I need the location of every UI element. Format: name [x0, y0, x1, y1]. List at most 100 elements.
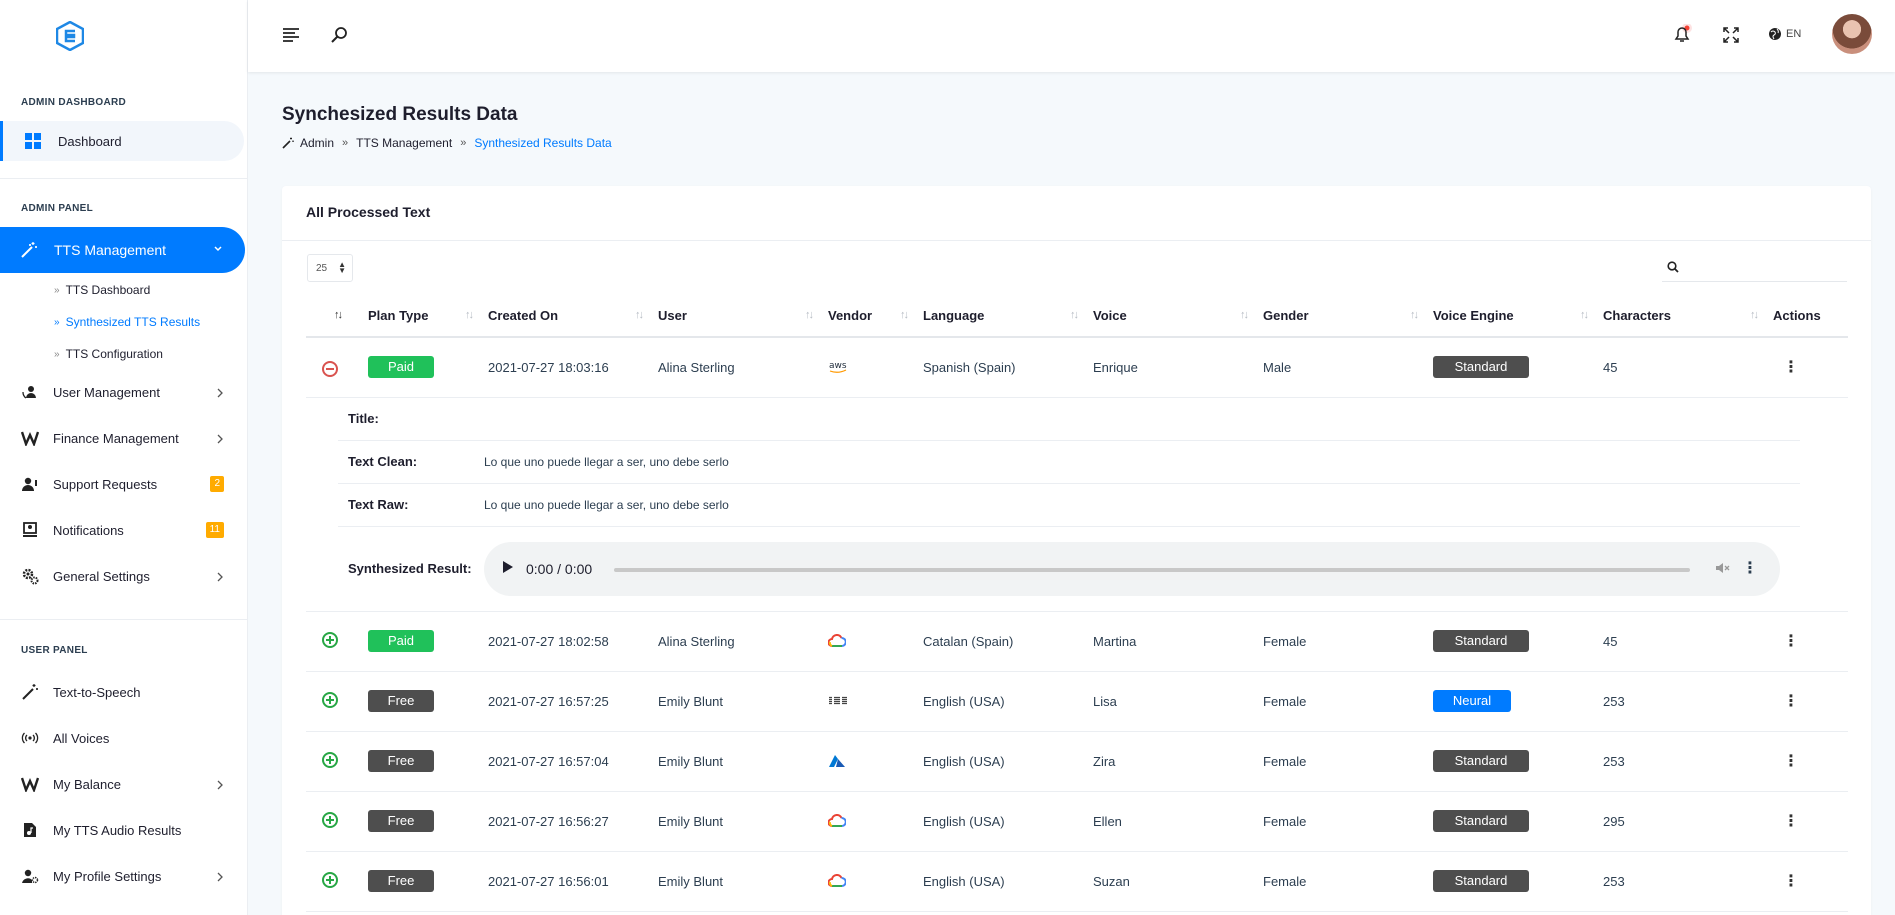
- sort-icon: ↑↓: [805, 309, 814, 321]
- sidebar-item-my-tts-audio-results[interactable]: My TTS Audio Results: [0, 807, 248, 853]
- more-vertical-icon[interactable]: ⋮: [1773, 633, 1799, 650]
- fullscreen-icon[interactable]: [1723, 27, 1739, 48]
- column-header-user[interactable]: User ↑↓: [654, 294, 824, 338]
- sidebar-item-label: Text-to-Speech: [53, 684, 141, 700]
- more-vertical-icon[interactable]: ⋮: [1773, 359, 1799, 376]
- expand-row-icon[interactable]: [322, 751, 338, 768]
- sidebar-item-all-voices[interactable]: All Voices: [0, 715, 248, 761]
- table-search-input[interactable]: [1686, 254, 1841, 280]
- volume-icon[interactable]: [1714, 560, 1730, 579]
- sidebar-item-my-profile-settings[interactable]: My Profile Settings: [0, 853, 248, 899]
- azure-logo-icon: [828, 751, 846, 771]
- more-vertical-icon[interactable]: ⋮: [1742, 558, 1758, 578]
- sort-icon: ↑↓: [1750, 309, 1759, 321]
- sidebar-item-label: Dashboard: [58, 133, 122, 149]
- created-cell: 2021-07-27 16:56:27: [484, 791, 654, 852]
- actions-cell: ⋮: [1769, 791, 1848, 852]
- breadcrumb-admin[interactable]: Admin: [300, 136, 334, 150]
- double-chevron-right-icon: »: [54, 284, 60, 296]
- detail-label: Text Raw:: [348, 497, 409, 512]
- sidebar-item-user-management[interactable]: User Management: [0, 369, 248, 415]
- expand-cell: [306, 851, 364, 912]
- collapse-row-icon[interactable]: [322, 360, 338, 377]
- sidebar-item-dashboard[interactable]: Dashboard: [0, 121, 244, 161]
- plan-badge: Free: [368, 690, 434, 712]
- expand-row-icon[interactable]: [322, 691, 338, 708]
- expand-row-icon[interactable]: [322, 631, 338, 648]
- plan-badge: Paid: [368, 356, 434, 379]
- processed-text-card: All Processed Text 25 ▲ ▼ ↑↓ Plan Type ↑↓ …: [282, 186, 1871, 915]
- column-header-characters[interactable]: Characters ↑↓: [1599, 294, 1769, 338]
- submenu-label: TTS Configuration: [65, 347, 163, 361]
- sort-icon: ↑↓: [1240, 309, 1249, 321]
- audio-time: 0:00 / 0:00: [526, 560, 593, 577]
- engine-cell: Standard: [1429, 611, 1599, 672]
- column-header-gender[interactable]: Gender ↑↓: [1259, 294, 1429, 338]
- monitor-user-icon: [20, 520, 40, 540]
- voice-cell: Enrique: [1089, 337, 1259, 398]
- column-header-created-on[interactable]: Created On ↑↓: [484, 294, 654, 338]
- more-vertical-icon[interactable]: ⋮: [1773, 693, 1799, 710]
- gears-icon: [20, 566, 40, 586]
- more-vertical-icon[interactable]: ⋮: [1773, 873, 1799, 890]
- submenu-tts-configuration[interactable]: » TTS Configuration: [54, 338, 163, 370]
- column-header-language[interactable]: Language ↑↓: [919, 294, 1089, 338]
- created-cell: 2021-07-27 16:56:01: [484, 851, 654, 912]
- breadcrumb-tts-management[interactable]: TTS Management: [356, 136, 452, 150]
- submenu-label: TTS Dashboard: [65, 283, 151, 297]
- section-admin-dashboard: ADMIN DASHBOARD: [21, 97, 127, 108]
- language-selector[interactable]: EN: [1768, 27, 1801, 41]
- sidebar: ADMIN DASHBOARD Dashboard ADMIN PANEL TT…: [0, 0, 248, 915]
- chevron-down-icon: [213, 241, 223, 257]
- sidebar-item-label: My TTS Audio Results: [53, 822, 182, 838]
- column-header-vendor[interactable]: Vendor ↑↓: [824, 294, 919, 338]
- sidebar-item-text-to-speech[interactable]: Text-to-Speech: [0, 669, 248, 715]
- submenu-synthesized-results[interactable]: » Synthesized TTS Results: [54, 306, 200, 338]
- notification-bell-icon[interactable]: [1672, 23, 1692, 49]
- plan-cell: Paid: [364, 337, 484, 398]
- audio-progress-bar[interactable]: [614, 567, 1690, 572]
- sort-icon: ↑↓: [465, 309, 474, 321]
- engine-cell: Standard: [1429, 791, 1599, 852]
- plan-badge: Free: [368, 810, 434, 832]
- sidebar-item-general-settings[interactable]: General Settings: [0, 553, 248, 599]
- more-vertical-icon[interactable]: ⋮: [1773, 753, 1799, 770]
- column-header-expand[interactable]: ↑↓: [306, 294, 364, 338]
- column-header-plan-type[interactable]: Plan Type ↑↓: [364, 294, 484, 338]
- gender-cell: Female: [1259, 731, 1429, 792]
- gender-cell: Female: [1259, 791, 1429, 852]
- plan-cell: Free: [364, 791, 484, 852]
- expand-cell: [306, 671, 364, 732]
- sidebar-item-support-requests[interactable]: Support Requests 2: [0, 461, 248, 507]
- more-vertical-icon[interactable]: ⋮: [1773, 813, 1799, 830]
- sidebar-item-notifications[interactable]: Notifications 11: [0, 507, 248, 553]
- expand-cell: [306, 611, 364, 672]
- sidebar-item-tts-management[interactable]: TTS Management: [0, 227, 245, 273]
- expand-row-icon[interactable]: [322, 871, 338, 888]
- sidebar-item-my-balance[interactable]: My Balance: [0, 761, 248, 807]
- user-avatar[interactable]: [1832, 14, 1872, 54]
- detail-value: Lo que uno puede llegar a ser, uno debe …: [484, 454, 729, 469]
- expand-cell: [306, 791, 364, 852]
- language-cell: English (USA): [919, 671, 1089, 732]
- submenu-tts-dashboard[interactable]: » TTS Dashboard: [54, 274, 150, 306]
- app-logo[interactable]: [0, 0, 247, 72]
- user-cell: Emily Blunt: [654, 851, 824, 912]
- audio-player: 0:00 / 0:00 ⋮: [484, 541, 1780, 596]
- expand-row-icon[interactable]: [322, 811, 338, 828]
- engine-badge: Standard: [1433, 630, 1529, 652]
- column-header-voice-engine[interactable]: Voice Engine ↑↓: [1429, 294, 1599, 338]
- plan-cell: Free: [364, 731, 484, 792]
- voice-cell: Suzan: [1089, 851, 1259, 912]
- table-row: Paid 2021-07-27 18:02:58 Alina Sterling …: [306, 611, 1848, 672]
- search-icon[interactable]: [330, 26, 348, 49]
- sidebar-item-finance-management[interactable]: Finance Management: [0, 415, 248, 461]
- user-cell: Emily Blunt: [654, 731, 824, 792]
- plan-badge: Free: [368, 870, 434, 892]
- page-length-select[interactable]: 25 ▲ ▼: [307, 254, 353, 282]
- language-cell: English (USA): [919, 851, 1089, 912]
- play-icon[interactable]: [502, 560, 514, 577]
- detail-row: Title: Text Clean: Lo que uno puede llega…: [306, 397, 1848, 612]
- menu-toggle-icon[interactable]: [282, 26, 300, 47]
- column-header-voice[interactable]: Voice ↑↓: [1089, 294, 1259, 338]
